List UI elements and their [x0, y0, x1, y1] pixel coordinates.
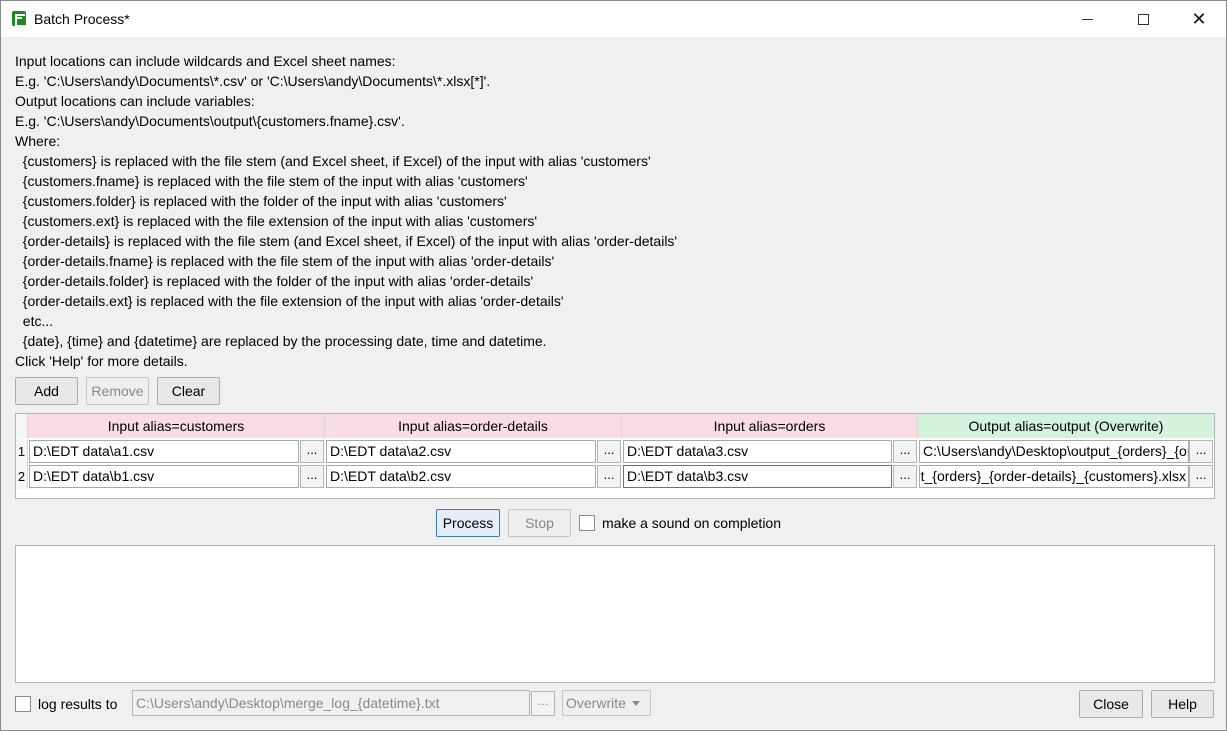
help-button[interactable]: Help	[1151, 690, 1214, 718]
close-window-button[interactable]: ✕	[1171, 1, 1227, 37]
stop-button[interactable]: Stop	[508, 509, 571, 537]
title-bar: Batch Process* ✕	[1, 1, 1226, 37]
column-header-customers[interactable]: Input alias=customers	[28, 414, 325, 438]
info-line: {customers} is replaced with the file st…	[15, 153, 651, 169]
info-line: {order-details.ext} is replaced with the…	[15, 293, 564, 309]
info-line: Output locations can include variables:	[15, 93, 255, 109]
sound-checkbox-label: make a sound on completion	[602, 515, 781, 531]
close-button[interactable]: Close	[1079, 690, 1143, 718]
browse-button[interactable]: ...	[1189, 440, 1213, 463]
browse-button[interactable]: ...	[300, 440, 324, 463]
batch-table: Input alias=customers Input alias=order-…	[15, 413, 1215, 499]
browse-button[interactable]: ...	[893, 465, 917, 488]
info-line: etc...	[15, 313, 54, 329]
input-orders-cell[interactable]: D:\EDT data\b3.csv	[623, 465, 892, 488]
browse-button[interactable]: ...	[893, 440, 917, 463]
input-order-details-cell[interactable]: D:\EDT data\b2.csv	[326, 465, 596, 488]
minimize-icon	[1081, 18, 1093, 20]
results-log-area[interactable]	[15, 545, 1215, 683]
column-header-output[interactable]: Output alias=output (Overwrite)	[918, 414, 1214, 438]
input-customers-cell[interactable]: D:\EDT data\b1.csv	[29, 465, 299, 488]
column-header-orders[interactable]: Input alias=orders	[622, 414, 918, 438]
info-line: {customers.ext} is replaced with the fil…	[15, 213, 538, 229]
remove-button[interactable]: Remove	[86, 377, 149, 405]
info-line: Click 'Help' for more details.	[15, 353, 188, 369]
clear-button[interactable]: Clear	[157, 377, 220, 405]
browse-button[interactable]: ...	[300, 465, 324, 488]
row-header-corner	[16, 414, 28, 438]
close-icon: ✕	[1191, 9, 1207, 29]
info-line: E.g. 'C:\Users\andy\Documents\*.csv' or …	[15, 73, 491, 89]
chevron-down-icon	[632, 701, 640, 706]
maximize-icon	[1137, 13, 1149, 25]
sound-checkbox[interactable]	[579, 515, 595, 531]
info-line: {date}, {time} and {datetime} are replac…	[15, 333, 547, 349]
process-button[interactable]: Process	[436, 509, 500, 537]
batch-process-window: Batch Process* ✕ Input locations can inc…	[0, 0, 1227, 731]
info-line: {customers.folder} is replaced with the …	[15, 193, 507, 209]
browse-button[interactable]: ...	[597, 440, 621, 463]
row-number: 1	[16, 439, 28, 464]
info-line: Input locations can include wildcards an…	[15, 53, 396, 69]
input-customers-cell[interactable]: D:\EDT data\a1.csv	[29, 440, 299, 463]
window-title: Batch Process*	[34, 11, 130, 27]
output-cell[interactable]: C:\Users\andy\Desktop\output_{orders}_{o…	[919, 465, 1189, 488]
log-results-label: log results to	[38, 696, 118, 712]
add-button[interactable]: Add	[15, 377, 78, 405]
browse-button[interactable]: ...	[1189, 465, 1213, 488]
input-orders-cell[interactable]: D:\EDT data\a3.csv	[623, 440, 892, 463]
info-line: {order-details.folder} is replaced with …	[15, 273, 534, 289]
instructions-text: Input locations can include wildcards an…	[15, 51, 677, 371]
minimize-button[interactable]	[1059, 1, 1115, 37]
info-line: {customers.fname} is replaced with the f…	[15, 173, 528, 189]
log-mode-select[interactable]: Overwrite	[562, 690, 651, 716]
log-path-input[interactable]: C:\Users\andy\Desktop\merge_log_{datetim…	[132, 690, 530, 716]
log-browse-button[interactable]: ...	[531, 691, 555, 716]
log-mode-value: Overwrite	[566, 695, 626, 711]
browse-button[interactable]: ...	[597, 465, 621, 488]
row-number: 2	[16, 464, 28, 489]
output-cell[interactable]: C:\Users\andy\Desktop\output_{orders}_{o…	[919, 440, 1189, 463]
info-line: E.g. 'C:\Users\andy\Documents\output\{cu…	[15, 113, 405, 129]
app-icon	[12, 11, 26, 27]
info-line: Where:	[15, 133, 61, 149]
input-order-details-cell[interactable]: D:\EDT data\a2.csv	[326, 440, 596, 463]
maximize-button[interactable]	[1115, 1, 1171, 37]
info-line: {order-details} is replaced with the fil…	[15, 233, 678, 249]
log-results-checkbox[interactable]	[15, 696, 31, 712]
info-line: {order-details.fname} is replaced with t…	[15, 253, 555, 269]
column-header-order-details[interactable]: Input alias=order-details	[325, 414, 622, 438]
